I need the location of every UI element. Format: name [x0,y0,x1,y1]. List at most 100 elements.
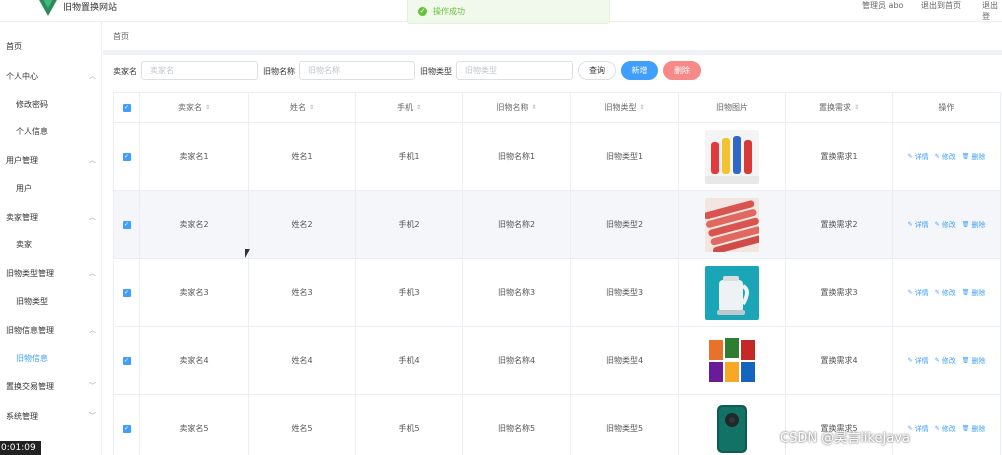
detail-button[interactable]: ✎ 详情 [908,152,929,162]
sidebar-group-users[interactable]: 用户管理 ︿ [6,155,96,166]
name-cell: 姓名1 [249,123,356,190]
col-item-type[interactable]: 旧物类型 ⇕ [571,93,679,122]
delete-button[interactable]: 🗑 删除 [962,288,986,298]
column-header: 旧物名称 [496,103,529,112]
mouse-cursor-icon [245,249,250,258]
item-image-cell [679,191,786,258]
delete-button[interactable]: 🗑 删除 [962,152,986,162]
logout-link[interactable]: 退出登 [982,0,1002,22]
item-image-cell [679,259,786,326]
row-checkbox[interactable]: ✓ [122,288,131,297]
row-checkbox[interactable]: ✓ [122,424,131,433]
seller-input[interactable]: 卖家名 [141,61,258,80]
item-name-cell: 旧物名称4 [463,327,571,394]
delete-label: 删除 [971,424,986,433]
phone-cell: 手机1 [356,123,463,190]
row-checkbox[interactable]: ✓ [122,152,131,161]
sort-icon: ⇕ [853,104,860,111]
need-cell: 置换需求3 [786,259,893,326]
sidebar-item-item-type[interactable]: 旧物类型 [16,296,48,307]
detail-button[interactable]: ✎ 详情 [908,424,929,434]
item-type-cell: 旧物类型4 [571,327,679,394]
sort-icon: ⇕ [308,104,315,111]
actions-cell: ✎ 详情 ✎ 修改 🗑 删除 [893,395,1000,455]
sidebar-item-item-info[interactable]: 旧物信息 [16,353,48,364]
phone-cell: 手机5 [356,395,463,455]
exit-home-link[interactable]: 退出到首页 [921,0,961,11]
query-button[interactable]: 查询 [578,61,616,80]
bottles-image [705,129,759,184]
edit-button[interactable]: ✎ 修改 [935,424,956,434]
edit-pen-icon: ✎ [907,289,913,296]
sidebar-group-system[interactable]: 系统管理 ﹀ [6,411,96,422]
edit-label: 修改 [941,424,956,433]
edit-label: 修改 [941,288,956,297]
add-button[interactable]: 新增 [621,61,658,80]
edit-pen-icon: ✎ [934,221,940,228]
sidebar-item-user[interactable]: 用户 [16,183,32,194]
breadcrumb-bar: 首页 [103,22,1002,50]
sidebar-group-sellers[interactable]: 卖家管理 ︿ [6,212,96,223]
edit-button[interactable]: ✎ 修改 [935,220,956,230]
sidebar-item-change-password[interactable]: 修改密码 [16,99,48,110]
detail-button[interactable]: ✎ 详情 [908,356,929,366]
delete-button[interactable]: 🗑 删除 [962,424,986,434]
item-name-cell: 旧物名称3 [463,259,571,326]
col-name[interactable]: 姓名 ⇕ [249,93,356,122]
breadcrumb[interactable]: 首页 [113,31,129,42]
edit-button[interactable]: ✎ 修改 [935,356,956,366]
edit-label: 修改 [941,152,956,161]
select-all-checkbox[interactable]: ✓ [122,103,131,112]
seller-label: 卖家名 [113,67,137,76]
item-type-label: 旧物类型 [420,67,452,76]
col-item-name[interactable]: 旧物名称 ⇕ [463,93,571,122]
item-image-cell [679,327,786,394]
edit-pen-icon: ✎ [934,357,940,364]
item-type-input[interactable]: 旧物类型 [456,61,573,80]
chevron-up-icon: ︿ [89,326,96,334]
sidebar-item-profile[interactable]: 个人信息 [16,126,48,137]
col-seller[interactable]: 卖家名 ⇕ [140,93,249,122]
sidebar-item-home[interactable]: 首页 [6,41,96,52]
edit-button[interactable]: ✎ 修改 [935,152,956,162]
col-need[interactable]: 置换需求 ⇕ [786,93,893,122]
detail-button[interactable]: ✎ 详情 [908,288,929,298]
row-select-cell: ✓ [114,123,140,190]
seller-cell: 卖家名2 [140,191,249,258]
detail-button[interactable]: ✎ 详情 [908,220,929,230]
delete-button[interactable]: 🗑 删除 [962,220,986,230]
trash-icon: 🗑 [961,425,970,432]
seller-cell: 卖家名5 [140,395,249,455]
delete-label: 删除 [971,220,986,229]
sidebar-item-label: 旧物类型管理 [6,269,54,278]
kettle-image [705,265,759,320]
row-select-cell: ✓ [114,395,140,455]
sidebar-item-seller[interactable]: 卖家 [16,239,32,250]
sidebar-group-trades[interactable]: 置换交易管理 ﹀ [6,381,96,392]
phone-image [705,401,759,455]
delete-button[interactable]: 🗑 删除 [962,356,986,366]
edit-button[interactable]: ✎ 修改 [935,288,956,298]
col-phone[interactable]: 手机 ⇕ [356,93,463,122]
detail-label: 详情 [914,152,929,161]
sidebar-group-item-types[interactable]: 旧物类型管理 ︿ [6,268,96,279]
sausages-image [705,197,759,252]
batch-delete-button[interactable]: 删除 [663,61,701,80]
item-name-cell: 旧物名称2 [463,191,571,258]
row-checkbox[interactable]: ✓ [122,356,131,365]
row-checkbox[interactable]: ✓ [122,220,131,229]
actions-cell: ✎ 详情 ✎ 修改 🗑 删除 [893,327,1000,394]
sidebar-item-label: 用户管理 [6,156,38,165]
edit-label: 修改 [941,356,956,365]
column-header: 手机 [396,103,413,112]
chevron-down-icon: ﹀ [89,382,96,390]
sidebar-group-item-info[interactable]: 旧物信息管理 ︿ [6,325,96,336]
row-select-cell: ✓ [114,327,140,394]
row-select-cell: ✓ [114,191,140,258]
column-header: 操作 [938,103,955,112]
name-cell: 姓名5 [249,395,356,455]
item-name-input[interactable]: 旧物名称 [299,61,415,80]
edit-label: 修改 [941,220,956,229]
chevron-down-icon: ﹀ [89,412,96,420]
sidebar-group-personal[interactable]: 个人中心 ︿ [6,71,96,82]
